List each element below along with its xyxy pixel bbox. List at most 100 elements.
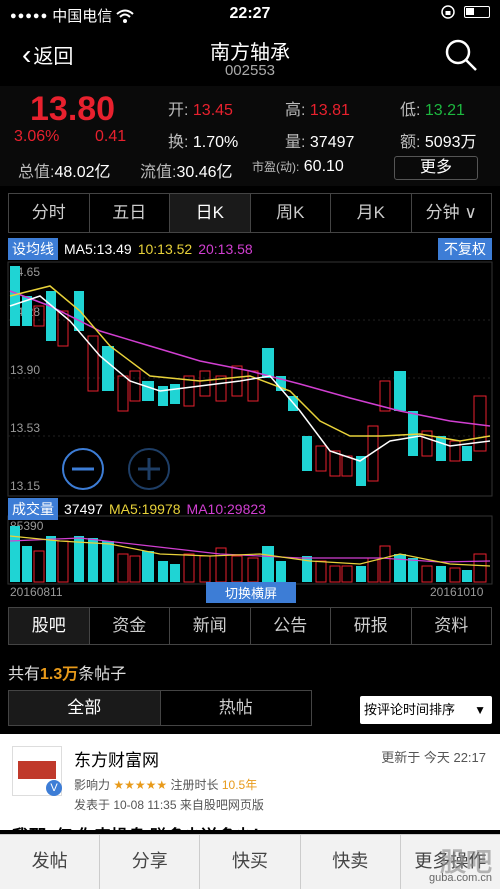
vol-ma10-label: MA10:29823 [186,501,266,517]
tab-monthly-k[interactable]: 月K [331,194,412,232]
influence-label: 影响力 [74,778,111,792]
volume-bar [462,570,472,582]
volume-bar [276,561,286,582]
chevron-down-icon: ∨ [464,203,477,222]
share-button[interactable]: 分享 [100,835,201,889]
tab-intraday[interactable]: 分时 [9,194,90,232]
tab-funds[interactable]: 资金 [90,608,170,644]
volume-bar [57,540,69,583]
candle [436,436,446,461]
total-cap-value: 48.02亿 [54,164,111,181]
post-updated: 更新于 今天 22:17 [381,750,486,765]
tab-minute-label: 分钟 [425,203,460,222]
kline-chart[interactable]: 设均线 MA5:13.49 10:13.52 20:13.58 不复权 14.6… [0,236,500,606]
tab-five-day[interactable]: 五日 [90,194,170,232]
post-item[interactable]: V 东方财富网 更新于 今天 22:17 影响力 ★★★★★ 注册时长 10.5… [0,734,500,832]
search-icon[interactable] [444,38,478,72]
status-right [440,4,490,20]
turnover-field: 换: 1.70% [168,128,238,152]
more-button[interactable]: 更多 [394,156,478,180]
volume-bar [421,565,433,583]
volume-bar [341,565,353,583]
volume-bar [46,536,56,582]
volume-tag[interactable]: 成交量 [8,498,58,520]
author-name[interactable]: 东方财富网 [74,746,159,771]
tab-guba[interactable]: 股吧 [9,608,90,644]
ytick-bottom: 13.15 [10,479,40,493]
volume-bar [315,560,327,583]
watermark-sub: guba.com.cn [429,872,492,884]
candle [46,291,56,341]
candle [315,445,327,472]
ytick-4: 13.53 [10,421,40,435]
post-count-prefix: 共有 [8,666,41,683]
post-source: 发表于 10-08 11:35 来自股吧网页版 [74,798,264,812]
volume-bar [117,553,129,583]
candle [449,440,461,462]
volume-bar [129,555,141,583]
date-end: 20161010 [430,585,484,599]
post-title[interactable]: 我那1亿 你来操盘 赚多少送多少！ [12,822,269,832]
quick-sell-button[interactable]: 快卖 [301,835,401,889]
date-start: 20160811 [10,585,63,599]
tab-news[interactable]: 新闻 [170,608,251,644]
sort-label: 按评论时间排序 [364,702,456,717]
filter-all[interactable]: 全部 [9,691,161,725]
landscape-button[interactable]: 切换横屏 [206,582,296,603]
author-meta: 影响力 ★★★★★ 注册时长 10.5年 [74,776,257,793]
sort-select[interactable]: 按评论时间排序 ▼ [360,696,492,724]
post-button[interactable]: 发帖 [0,835,101,889]
vol-ma5-label: MA5:19978 [108,501,181,517]
change-percent: 3.06% [14,128,60,145]
float-cap-value: 30.46亿 [176,164,233,181]
volume-bar [379,545,391,583]
tab-research[interactable]: 研报 [331,608,412,644]
caret-down-icon: ▼ [474,703,486,717]
status-bar: ●●●●● 中国电信 22:27 [0,0,500,30]
volume-bar [449,567,461,583]
volume-bar [215,547,227,583]
rotation-lock-icon [441,5,455,19]
reg-value: 10.5年 [221,778,258,792]
candle [129,370,141,402]
pe-label: 市盈(动): [252,160,300,174]
vol-value: 37497 [64,501,103,517]
filter-hot[interactable]: 热帖 [161,691,312,725]
volume-bar [199,555,211,583]
period-tabs: 分时 五日 日K 周K 月K 分钟 ∨ [8,193,492,233]
candle [117,375,129,412]
status-time: 22:27 [229,5,271,22]
info-tabs: 股吧 资金 新闻 公告 研报 资料 [8,607,492,645]
tab-announcements[interactable]: 公告 [251,608,331,644]
candle [158,386,168,406]
tab-profile[interactable]: 资料 [412,608,492,644]
volume-bar [231,555,243,583]
tab-weekly-k[interactable]: 周K [251,194,331,232]
pe-field: 市盈(动): 60.10 [252,158,344,176]
tab-daily-k[interactable]: 日K [170,194,251,232]
total-cap-label: 总值: [18,164,55,181]
influence-stars: ★★★★★ [113,778,168,792]
amount-label: 额: [400,134,421,151]
pe-value: 60.10 [303,158,344,175]
zoom-in-button[interactable] [128,448,170,490]
reg-label: 注册时长 [170,778,219,792]
candle [341,455,353,477]
candle [199,370,211,397]
volume-bar [262,546,274,582]
verified-icon: V [46,780,62,796]
quick-buy-button[interactable]: 快买 [200,835,301,889]
volume-value: 37497 [309,134,355,151]
volume-bar [88,538,98,582]
turnover-label: 换: [168,134,189,151]
tab-minute[interactable]: 分钟 ∨ [412,194,492,232]
volume-bar [142,551,154,582]
open-field: 开: 13.45 [168,96,233,120]
bottom-action-bar: 发帖 分享 快买 快卖 更多操作 [0,834,500,889]
zoom-out-button[interactable] [62,448,104,490]
candle [262,348,274,378]
volume-field: 量: 37497 [285,128,354,152]
volume-legend: 成交量 37497 MA5:19978 MA10:29823 [8,498,266,520]
total-cap-field: 总值:48.02亿 [18,158,111,182]
high-label: 高: [285,102,306,119]
